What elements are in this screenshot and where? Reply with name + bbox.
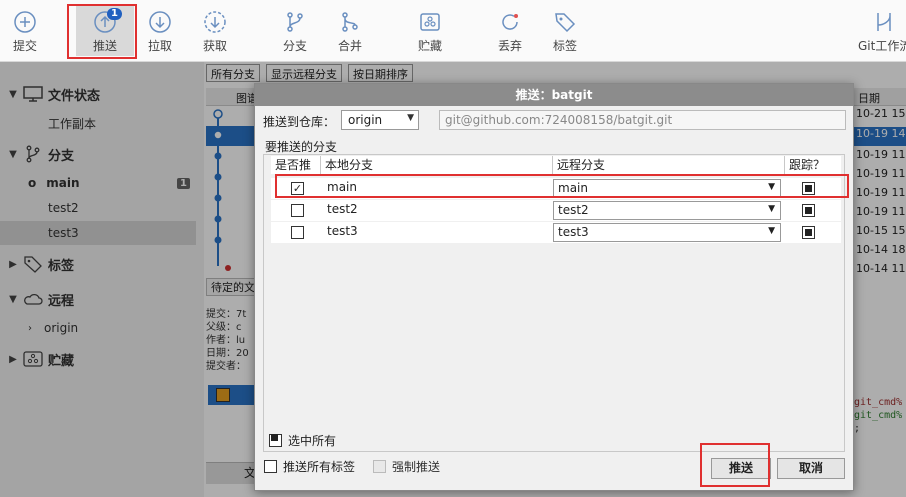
column-header-local: 本地分支: [321, 156, 553, 174]
remote-branch-select[interactable]: test3 ▼: [553, 223, 781, 242]
force-push-label: 强制推送: [392, 460, 441, 474]
stash-label: 贮藏: [417, 39, 442, 53]
select-all-label: 选中所有: [288, 434, 337, 448]
remote-label-text: 推送到仓库：: [263, 114, 336, 129]
force-push-option[interactable]: 强制推送: [373, 458, 440, 475]
toolbar: 提交 1 推送 拉取 获取 分支 合并 贮藏 丢弃 标签 Git工作流: [0, 0, 906, 62]
discard-button[interactable]: 丢弃: [481, 6, 539, 56]
fetch-label: 获取: [202, 39, 227, 53]
push-label: 推送: [92, 39, 117, 53]
stash-button[interactable]: 贮藏: [401, 6, 459, 56]
arrow-down-circle-icon: [148, 10, 172, 34]
plus-circle-icon: [13, 10, 37, 34]
select-all-option[interactable]: 选中所有: [269, 432, 336, 449]
commit-button[interactable]: 提交: [0, 6, 54, 56]
push-checkbox[interactable]: [291, 226, 304, 239]
remote-branch-value: test3: [558, 225, 589, 239]
discard-icon: [498, 10, 522, 34]
column-header-track: 跟踪？: [785, 156, 841, 174]
chevron-down-icon: ▼: [768, 182, 775, 192]
gitflow-button[interactable]: Git工作流: [858, 6, 906, 56]
push-dialog: 推送：batgit 推送到仓库： origin ▼ git@github.com…: [254, 83, 854, 491]
push-checkbox[interactable]: [291, 204, 304, 217]
local-branch-name: test3: [327, 224, 358, 238]
table-row: test2 test2 ▼: [271, 200, 841, 221]
select-all-checkbox[interactable]: [269, 434, 282, 447]
push-count-badge: 1: [107, 8, 122, 20]
dialog-title: 推送：batgit: [255, 84, 853, 106]
tag-button[interactable]: 标签: [536, 6, 594, 56]
gitflow-label: Git工作流: [858, 39, 906, 53]
pull-label: 拉取: [147, 39, 172, 53]
cancel-button[interactable]: 取消: [777, 458, 845, 479]
discard-label: 丢弃: [497, 39, 522, 53]
force-push-checkbox[interactable]: [373, 460, 386, 473]
column-header-push: 是否推: [271, 156, 321, 174]
push-all-tags-checkbox[interactable]: [264, 460, 277, 473]
remote-select-value: origin: [348, 113, 383, 127]
push-checkbox[interactable]: ✓: [291, 182, 304, 195]
local-branch-name: test2: [327, 202, 358, 216]
fetch-button[interactable]: 获取: [186, 6, 244, 56]
chevron-down-icon: ▼: [768, 204, 775, 214]
track-checkbox[interactable]: [802, 204, 815, 217]
tag-label: 标签: [552, 39, 577, 53]
tag-icon: [553, 10, 577, 34]
dashed-arrow-down-icon: [203, 10, 227, 34]
table-row: ✓ main main ▼: [271, 178, 841, 199]
branch-button[interactable]: 分支: [266, 6, 324, 56]
chevron-down-icon: ▼: [768, 226, 775, 236]
push-all-tags-label: 推送所有标签: [283, 460, 356, 474]
branch-icon: [283, 10, 307, 34]
track-checkbox[interactable]: [802, 226, 815, 239]
table-row: test3 test3 ▼: [271, 222, 841, 243]
track-checkbox[interactable]: [802, 182, 815, 195]
merge-label: 合并: [337, 39, 362, 53]
remote-url-field[interactable]: git@github.com:724008158/batgit.git: [439, 110, 846, 130]
gitflow-icon: [872, 10, 896, 34]
local-branch-name: main: [327, 180, 357, 194]
branch-label: 分支: [282, 39, 307, 53]
branches-group-label: 要推送的分支: [265, 140, 338, 154]
pull-button[interactable]: 拉取: [131, 6, 189, 56]
remote-branch-value: main: [558, 181, 588, 195]
push-button[interactable]: 1 推送: [76, 6, 134, 56]
remote-branch-value: test2: [558, 203, 589, 217]
merge-button[interactable]: 合并: [321, 6, 379, 56]
push-all-tags-option[interactable]: 推送所有标签: [264, 458, 355, 475]
remote-branch-select[interactable]: test2 ▼: [553, 201, 781, 220]
remote-select[interactable]: origin ▼: [341, 110, 419, 130]
remote-label: 推送到仓库：: [263, 110, 335, 132]
column-header-remote: 远程分支: [553, 156, 785, 174]
remote-branch-select[interactable]: main ▼: [553, 179, 781, 198]
merge-icon: [338, 10, 362, 34]
push-confirm-button[interactable]: 推送: [711, 458, 771, 479]
chevron-down-icon: ▼: [407, 113, 414, 123]
commit-label: 提交: [12, 39, 37, 53]
stash-icon: [418, 10, 442, 34]
